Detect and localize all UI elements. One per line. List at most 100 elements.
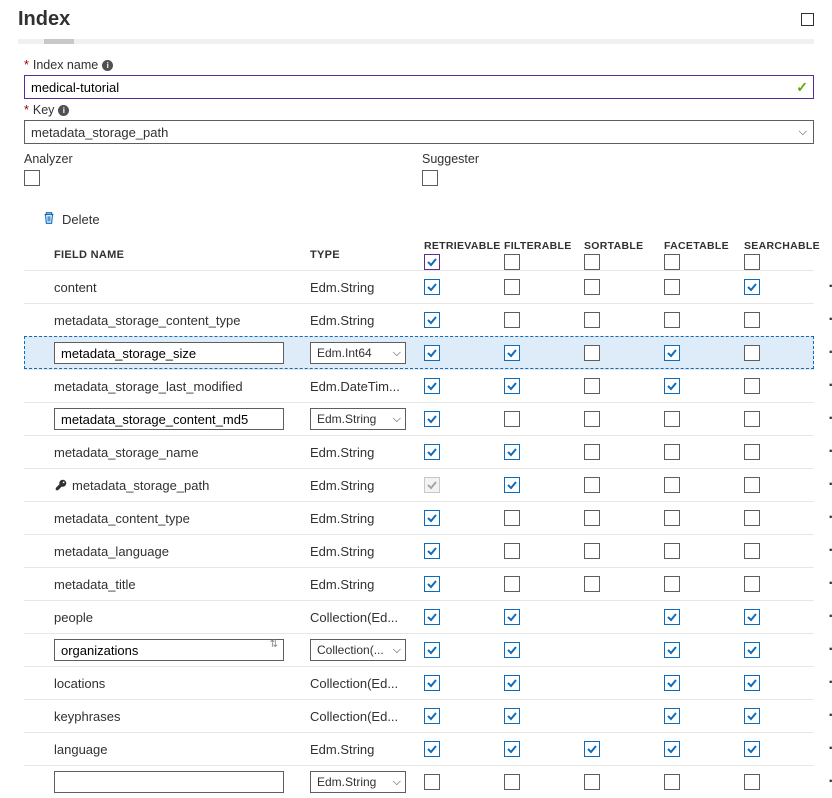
key-select[interactable]: metadata_storage_path ⌵ xyxy=(24,120,814,144)
table-row[interactable]: metadata_storage_last_modifiedEdm.DateTi… xyxy=(24,369,814,402)
checkbox[interactable] xyxy=(424,708,440,724)
header-facetable-checkbox[interactable] xyxy=(664,254,680,270)
checkbox[interactable] xyxy=(424,312,440,328)
checkbox[interactable] xyxy=(664,279,680,295)
more-icon[interactable]: ··· xyxy=(818,641,832,659)
checkbox[interactable] xyxy=(744,675,760,691)
checkbox[interactable] xyxy=(744,312,760,328)
checkbox[interactable] xyxy=(584,312,600,328)
checkbox[interactable] xyxy=(424,675,440,691)
checkbox[interactable] xyxy=(424,642,440,658)
checkbox[interactable] xyxy=(664,510,680,526)
more-icon[interactable]: ··· xyxy=(818,509,832,527)
checkbox[interactable] xyxy=(504,444,520,460)
table-row[interactable]: metadata_storage_nameEdm.String··· xyxy=(24,435,814,468)
checkbox[interactable] xyxy=(664,312,680,328)
more-icon[interactable]: ··· xyxy=(818,707,832,725)
field-name-input[interactable] xyxy=(54,771,284,793)
checkbox[interactable] xyxy=(504,642,520,658)
table-row[interactable]: ⇅Collection(...⌵··· xyxy=(24,633,814,666)
checkbox[interactable] xyxy=(504,312,520,328)
table-row[interactable]: metadata_languageEdm.String··· xyxy=(24,534,814,567)
checkbox[interactable] xyxy=(664,741,680,757)
checkbox[interactable] xyxy=(584,510,600,526)
table-row[interactable]: metadata_content_typeEdm.String··· xyxy=(24,501,814,534)
index-name-input[interactable] xyxy=(24,75,814,99)
checkbox[interactable] xyxy=(424,576,440,592)
checkbox[interactable] xyxy=(504,708,520,724)
more-icon[interactable]: ··· xyxy=(818,476,832,494)
checkbox[interactable] xyxy=(504,279,520,295)
checkbox[interactable] xyxy=(504,345,520,361)
checkbox[interactable] xyxy=(584,411,600,427)
more-icon[interactable]: ··· xyxy=(818,674,832,692)
table-row[interactable]: keyphrasesCollection(Ed...··· xyxy=(24,699,814,732)
table-row[interactable]: Edm.String⌵··· xyxy=(24,402,814,435)
table-row[interactable]: metadata_storage_pathEdm.String··· xyxy=(24,468,814,501)
more-icon[interactable]: ··· xyxy=(818,608,832,626)
type-select[interactable]: Collection(...⌵ xyxy=(310,639,406,661)
checkbox[interactable] xyxy=(664,675,680,691)
more-icon[interactable]: ··· xyxy=(818,410,832,428)
more-icon[interactable]: ··· xyxy=(818,740,832,758)
table-row[interactable]: Edm.Int64⌵··· xyxy=(24,336,814,369)
table-row[interactable]: Edm.String⌵··· xyxy=(24,765,814,798)
table-row[interactable]: metadata_storage_content_typeEdm.String·… xyxy=(24,303,814,336)
table-row[interactable]: metadata_titleEdm.String··· xyxy=(24,567,814,600)
checkbox[interactable] xyxy=(664,642,680,658)
checkbox[interactable] xyxy=(664,411,680,427)
header-sortable-checkbox[interactable] xyxy=(584,254,600,270)
checkbox[interactable] xyxy=(744,279,760,295)
checkbox[interactable] xyxy=(744,774,760,790)
checkbox[interactable] xyxy=(664,543,680,559)
checkbox[interactable] xyxy=(504,774,520,790)
checkbox[interactable] xyxy=(744,378,760,394)
checkbox[interactable] xyxy=(424,444,440,460)
checkbox[interactable] xyxy=(424,378,440,394)
checkbox[interactable] xyxy=(664,576,680,592)
checkbox[interactable] xyxy=(664,708,680,724)
table-row[interactable]: peopleCollection(Ed...··· xyxy=(24,600,814,633)
more-icon[interactable]: ··· xyxy=(818,278,832,296)
checkbox[interactable] xyxy=(504,378,520,394)
info-icon[interactable]: i xyxy=(102,60,113,71)
more-icon[interactable]: ··· xyxy=(818,377,832,395)
checkbox[interactable] xyxy=(584,444,600,460)
checkbox[interactable] xyxy=(504,477,520,493)
table-row[interactable]: languageEdm.String··· xyxy=(24,732,814,765)
checkbox[interactable] xyxy=(504,576,520,592)
checkbox[interactable] xyxy=(504,543,520,559)
checkbox[interactable] xyxy=(504,741,520,757)
table-row[interactable]: locationsCollection(Ed...··· xyxy=(24,666,814,699)
checkbox[interactable] xyxy=(664,774,680,790)
checkbox[interactable] xyxy=(584,477,600,493)
checkbox[interactable] xyxy=(744,510,760,526)
checkbox[interactable] xyxy=(504,411,520,427)
maximize-icon[interactable] xyxy=(801,13,814,26)
checkbox[interactable] xyxy=(584,576,600,592)
checkbox[interactable] xyxy=(744,543,760,559)
table-row[interactable]: contentEdm.String··· xyxy=(24,270,814,303)
checkbox[interactable] xyxy=(584,345,600,361)
header-filterable-checkbox[interactable] xyxy=(504,254,520,270)
checkbox[interactable] xyxy=(744,609,760,625)
checkbox[interactable] xyxy=(584,378,600,394)
type-select[interactable]: Edm.String⌵ xyxy=(310,771,406,793)
checkbox[interactable] xyxy=(424,774,440,790)
field-name-input[interactable] xyxy=(54,342,284,364)
checkbox[interactable] xyxy=(424,741,440,757)
checkbox[interactable] xyxy=(584,279,600,295)
checkbox[interactable] xyxy=(744,708,760,724)
checkbox[interactable] xyxy=(664,345,680,361)
checkbox[interactable] xyxy=(424,345,440,361)
checkbox[interactable] xyxy=(504,675,520,691)
checkbox[interactable] xyxy=(664,609,680,625)
suggester-checkbox[interactable] xyxy=(422,170,438,186)
checkbox[interactable] xyxy=(424,510,440,526)
field-name-input[interactable] xyxy=(54,408,284,430)
checkbox[interactable] xyxy=(584,543,600,559)
delete-button[interactable]: Delete xyxy=(42,211,814,228)
checkbox[interactable] xyxy=(584,741,600,757)
more-icon[interactable]: ··· xyxy=(818,773,832,791)
checkbox[interactable] xyxy=(744,345,760,361)
